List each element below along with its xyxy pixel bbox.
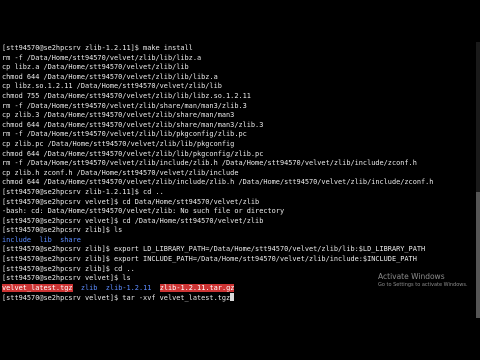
terminal-text: -bash: cd: Data/Home/stt94570/velvet/zli…	[2, 207, 285, 216]
terminal-line: chmod 644 /Data/Home/stt94570/velvet/zli…	[2, 178, 478, 188]
terminal-line: cp zlib.h zconf.h /Data/Home/stt94570/ve…	[2, 169, 478, 179]
terminal-cursor	[230, 293, 235, 302]
archive-entry: zlib-1.2.11.tar.gz	[159, 283, 235, 292]
terminal-line: [stt94570@se2hpcsrv zlib]$ ls	[2, 226, 478, 236]
terminal-line: rm -f /Data/Home/stt94570/velvet/zlib/li…	[2, 130, 478, 140]
terminal-line: cp zlib.pc /Data/Home/stt94570/velvet/zl…	[2, 140, 478, 150]
terminal-line: rm -f /Data/Home/stt94570/velvet/zlib/in…	[2, 159, 478, 169]
directory-entry: lib	[39, 235, 52, 244]
terminal-text: cp zlib.pc /Data/Home/stt94570/velvet/zl…	[2, 139, 235, 148]
terminal-line: [stt94570@se2hpcsrv velvet]$ cd Data/Hom…	[2, 198, 478, 208]
terminal-text: [stt94570@se2hpcsrv velvet]$ ls	[2, 274, 131, 283]
terminal-text: rm -f /Data/Home/stt94570/velvet/zlib/sh…	[2, 101, 247, 110]
terminal-line: [stt94570@se2hpcsrv zlib-1.2.11]$ make i…	[2, 44, 478, 54]
terminal-text: [stt94570@se2hpcsrv zlib-1.2.11]$ make i…	[2, 44, 193, 52]
terminal-text: [stt94570@se2hpcsrv velvet]$ cd /Data/Ho…	[2, 216, 264, 225]
terminal-text: [stt94570@se2hpcsrv zlib]$ export INCLUD…	[2, 255, 417, 264]
terminal-line: -bash: cd: Data/Home/stt94570/velvet/zli…	[2, 207, 478, 217]
terminal-text: chmod 644 /Data/Home/stt94570/velvet/zli…	[2, 178, 434, 187]
terminal-line: rm -f /Data/Home/stt94570/velvet/zlib/sh…	[2, 102, 478, 112]
terminal-scrollbar[interactable]	[476, 42, 480, 318]
directory-entry: zlib	[80, 283, 98, 292]
terminal-line: [stt94570@se2hpcsrv zlib]$ export LD_LIB…	[2, 245, 478, 255]
terminal-line: chmod 644 /Data/Home/stt94570/velvet/zli…	[2, 150, 478, 160]
terminal-text: rm -f /Data/Home/stt94570/velvet/zlib/li…	[2, 53, 202, 62]
terminal-line: [stt94570@se2hpcsrv velvet]$ tar -xvf ve…	[2, 293, 478, 303]
terminal-text: cp zlib.3 /Data/Home/stt94570/velvet/zli…	[2, 111, 235, 120]
terminal-text: cp libz.so.1.2.11 /Data/Home/stt94570/ve…	[2, 82, 222, 91]
terminal-text: chmod 644 /Data/Home/stt94570/velvet/zli…	[2, 120, 264, 129]
terminal-line: cp zlib.3 /Data/Home/stt94570/velvet/zli…	[2, 111, 478, 121]
terminal-text: rm -f /Data/Home/stt94570/velvet/zlib/li…	[2, 130, 247, 139]
terminal-text: chmod 644 /Data/Home/stt94570/velvet/zli…	[2, 149, 264, 158]
terminal-text: [stt94570@se2hpcsrv zlib]$ export LD_LIB…	[2, 245, 426, 254]
terminal-text: chmod 644 /Data/Home/stt94570/velvet/zli…	[2, 72, 218, 81]
terminal-text: [stt94570@se2hpcsrv zlib]$ ls	[2, 226, 123, 235]
top-letterbox	[0, 0, 480, 42]
terminal-text: [stt94570@se2hpcsrv velvet]$ cd Data/Hom…	[2, 197, 260, 206]
directory-entry: zlib-1.2.11	[105, 283, 152, 292]
directory-entry: include	[2, 235, 32, 244]
watermark-subtitle: Go to Settings to activate Windows.	[378, 282, 468, 288]
terminal-text: [stt94570@se2hpcsrv velvet]$ tar -xvf ve…	[2, 294, 231, 303]
terminal-line: cp libz.a /Data/Home/stt94570/velvet/zli…	[2, 63, 478, 73]
terminal-output: [stt94570@se2hpcsrv zlib-1.2.11]$ make i…	[2, 44, 478, 303]
terminal-line: [stt94570@se2hpcsrv velvet]$ cd /Data/Ho…	[2, 217, 478, 227]
terminal-line: rm -f /Data/Home/stt94570/velvet/zlib/li…	[2, 54, 478, 64]
directory-entry: share	[60, 235, 81, 244]
terminal-line: [stt94570@se2hpcsrv zlib-1.2.11]$ cd ..	[2, 188, 478, 198]
terminal-text: [stt94570@se2hpcsrv zlib-1.2.11]$ cd ..	[2, 187, 164, 196]
bottom-letterbox	[0, 318, 480, 360]
terminal-text: cp libz.a /Data/Home/stt94570/velvet/zli…	[2, 63, 189, 72]
terminal-line: chmod 644 /Data/Home/stt94570/velvet/zli…	[2, 73, 478, 83]
terminal-line: chmod 644 /Data/Home/stt94570/velvet/zli…	[2, 121, 478, 131]
watermark-title: Activate Windows	[378, 272, 445, 281]
scrollbar-thumb[interactable]	[476, 192, 480, 318]
terminal-text: chmod 755 /Data/Home/stt94570/velvet/zli…	[2, 91, 251, 100]
terminal-line: cp libz.so.1.2.11 /Data/Home/stt94570/ve…	[2, 82, 478, 92]
terminal-text: cp zlib.h zconf.h /Data/Home/stt94570/ve…	[2, 168, 239, 177]
terminal-text: rm -f /Data/Home/stt94570/velvet/zlib/in…	[2, 159, 417, 168]
terminal-line: [stt94570@se2hpcsrv zlib]$ export INCLUD…	[2, 255, 478, 265]
terminal-text: [stt94570@se2hpcsrv zlib]$ cd ..	[2, 264, 135, 273]
terminal-line: include lib share	[2, 236, 478, 246]
activate-windows-watermark: Activate Windows Go to Settings to activ…	[378, 272, 468, 289]
terminal-line: chmod 755 /Data/Home/stt94570/velvet/zli…	[2, 92, 478, 102]
archive-entry: velvet_latest.tgz	[2, 283, 73, 292]
